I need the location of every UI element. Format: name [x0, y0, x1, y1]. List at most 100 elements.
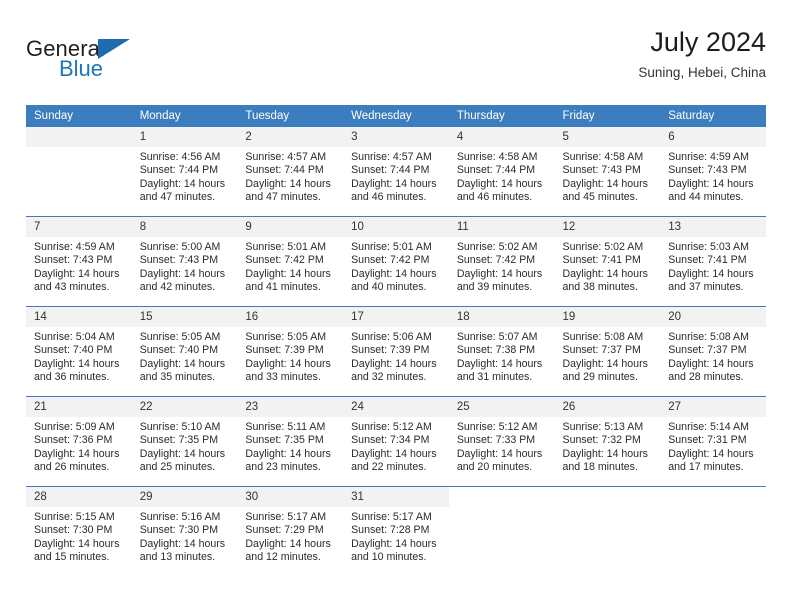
day-detail-daylight2: and 12 minutes.: [245, 550, 321, 563]
day-details: Sunrise: 4:58 AM Sunset: 7:43 PM Daylight:…: [555, 147, 661, 204]
calendar-day-cell[interactable]: 10 Sunrise: 5:01 AM Sunset: 7:42 PM Dayligh…: [343, 216, 449, 307]
day-detail-daylight2: and 47 minutes.: [245, 190, 321, 203]
day-detail-daylight2: and 37 minutes.: [668, 280, 744, 293]
calendar-day-cell[interactable]: 11 Sunrise: 5:02 AM Sunset: 7:42 PM Dayligh…: [448, 216, 555, 307]
title-block: July 2024 Suning, Hebei, China: [638, 28, 766, 81]
day-detail-sunrise: Sunrise: 5:09 AM: [34, 421, 115, 433]
day-number: 11: [448, 217, 555, 237]
day-detail-daylight1: Daylight: 14 hours: [562, 177, 648, 190]
calendar-day-cell[interactable]: 26 Sunrise: 5:13 AM Sunset: 7:32 PM Dayligh…: [554, 396, 661, 487]
day-number: 21: [26, 397, 132, 417]
day-details: Sunrise: 4:57 AM Sunset: 7:44 PM Daylight:…: [343, 147, 449, 204]
day-number: [555, 487, 661, 507]
day-detail-daylight2: and 39 minutes.: [456, 280, 533, 293]
day-number: 23: [237, 397, 344, 417]
calendar-day-cell[interactable]: 20 Sunrise: 5:08 AM Sunset: 7:37 PM Dayligh…: [660, 306, 766, 397]
day-detail-sunset: Sunset: 7:33 PM: [456, 434, 536, 447]
day-detail-daylight1: Daylight: 14 hours: [668, 177, 754, 190]
day-number: 20: [660, 307, 766, 327]
calendar-day-cell[interactable]: 16 Sunrise: 5:05 AM Sunset: 7:39 PM Dayligh…: [237, 306, 344, 397]
calendar-empty-cell: [554, 486, 661, 576]
day-detail-daylight1: Daylight: 14 hours: [562, 357, 648, 370]
calendar-day-cell[interactable]: 15 Sunrise: 5:05 AM Sunset: 7:40 PM Dayligh…: [131, 306, 238, 397]
calendar-day-cell[interactable]: 21 Sunrise: 5:09 AM Sunset: 7:36 PM Dayligh…: [26, 396, 132, 487]
weekday-header-wednesday: Wednesday: [343, 105, 449, 127]
general-blue-logo[interactable]: General Blue: [26, 28, 176, 84]
day-detail-sunset: Sunset: 7:44 PM: [139, 164, 219, 177]
day-detail-sunset: Sunset: 7:37 PM: [668, 344, 747, 357]
calendar-day-cell[interactable]: 25 Sunrise: 5:12 AM Sunset: 7:33 PM Dayligh…: [448, 396, 555, 487]
day-number: 1: [131, 127, 238, 147]
calendar-day-cell[interactable]: 18 Sunrise: 5:07 AM Sunset: 7:38 PM Dayligh…: [448, 306, 555, 397]
day-details: Sunrise: 5:13 AM Sunset: 7:32 PM Daylight:…: [555, 417, 661, 474]
calendar-day-cell[interactable]: 22 Sunrise: 5:10 AM Sunset: 7:35 PM Dayligh…: [131, 396, 238, 487]
day-detail-sunrise: Sunrise: 5:10 AM: [139, 421, 221, 433]
calendar-day-cell[interactable]: 24 Sunrise: 5:12 AM Sunset: 7:34 PM Dayligh…: [343, 396, 449, 487]
weekday-header-friday: Friday: [554, 105, 661, 127]
day-details: Sunrise: 5:07 AM Sunset: 7:38 PM Daylight:…: [449, 327, 555, 384]
day-detail-sunset: Sunset: 7:41 PM: [562, 254, 641, 267]
day-detail-sunrise: Sunrise: 5:05 AM: [245, 331, 327, 343]
calendar-day-cell[interactable]: 3 Sunrise: 4:57 AM Sunset: 7:44 PM Daylight…: [343, 127, 449, 217]
calendar-day-cell[interactable]: 6 Sunrise: 4:59 AM Sunset: 7:43 PM Daylight…: [660, 127, 766, 217]
day-detail-sunset: Sunset: 7:43 PM: [562, 164, 641, 177]
calendar-day-cell[interactable]: 30 Sunrise: 5:17 AM Sunset: 7:29 PM Dayligh…: [237, 486, 344, 576]
day-detail-daylight1: Daylight: 14 hours: [351, 537, 437, 550]
day-number: 7: [26, 217, 132, 237]
day-details: Sunrise: 5:08 AM Sunset: 7:37 PM Daylight:…: [555, 327, 661, 384]
weekday-header-saturday: Saturday: [660, 105, 766, 127]
day-number: 8: [131, 217, 238, 237]
calendar-body: 1 Sunrise: 4:56 AM Sunset: 7:44 PM Daylight…: [26, 127, 766, 576]
weekday-header-monday: Monday: [131, 105, 238, 127]
day-detail-daylight1: Daylight: 14 hours: [245, 537, 331, 550]
day-detail-sunset: Sunset: 7:44 PM: [456, 164, 536, 177]
day-detail-daylight1: Daylight: 14 hours: [34, 537, 120, 550]
calendar-day-cell[interactable]: 7 Sunrise: 4:59 AM Sunset: 7:43 PM Daylight…: [26, 216, 132, 307]
day-number: 28: [26, 487, 132, 507]
calendar-day-cell[interactable]: 14 Sunrise: 5:04 AM Sunset: 7:40 PM Dayligh…: [26, 306, 132, 397]
calendar-day-cell[interactable]: 27 Sunrise: 5:14 AM Sunset: 7:31 PM Dayligh…: [660, 396, 766, 487]
day-details: Sunrise: 5:02 AM Sunset: 7:41 PM Daylight:…: [555, 237, 661, 294]
day-detail-daylight2: and 42 minutes.: [139, 280, 216, 293]
calendar-day-cell[interactable]: 4 Sunrise: 4:58 AM Sunset: 7:44 PM Daylight…: [448, 127, 555, 217]
calendar-day-cell[interactable]: 13 Sunrise: 5:03 AM Sunset: 7:41 PM Dayligh…: [660, 216, 766, 307]
day-detail-daylight1: Daylight: 14 hours: [351, 447, 437, 460]
day-detail-sunrise: Sunrise: 4:58 AM: [562, 151, 644, 163]
day-detail-sunrise: Sunrise: 5:12 AM: [456, 421, 538, 433]
day-detail-sunrise: Sunrise: 5:17 AM: [351, 511, 432, 523]
calendar-day-cell[interactable]: 19 Sunrise: 5:08 AM Sunset: 7:37 PM Dayligh…: [554, 306, 661, 397]
calendar-day-cell[interactable]: 31 Sunrise: 5:17 AM Sunset: 7:28 PM Dayligh…: [343, 486, 449, 576]
day-detail-sunset: Sunset: 7:43 PM: [34, 254, 113, 267]
day-detail-sunset: Sunset: 7:30 PM: [139, 524, 219, 537]
day-number: 19: [554, 307, 661, 327]
weekday-header-thursday: Thursday: [448, 105, 555, 127]
calendar-day-cell[interactable]: 5 Sunrise: 4:58 AM Sunset: 7:43 PM Daylight…: [554, 127, 661, 217]
calendar-week-row: 1 Sunrise: 4:56 AM Sunset: 7:44 PM Daylight…: [26, 127, 766, 217]
day-detail-sunset: Sunset: 7:38 PM: [456, 344, 536, 357]
day-number: [660, 487, 766, 507]
calendar-day-cell[interactable]: 1 Sunrise: 4:56 AM Sunset: 7:44 PM Daylight…: [131, 127, 238, 217]
day-details: Sunrise: 5:00 AM Sunset: 7:43 PM Daylight:…: [132, 237, 238, 294]
day-detail-daylight2: and 44 minutes.: [668, 190, 744, 203]
day-detail-daylight1: Daylight: 14 hours: [668, 267, 754, 280]
day-detail-daylight1: Daylight: 14 hours: [139, 267, 226, 280]
calendar-day-cell[interactable]: 9 Sunrise: 5:01 AM Sunset: 7:42 PM Daylight…: [237, 216, 344, 307]
calendar-day-cell[interactable]: 2 Sunrise: 4:57 AM Sunset: 7:44 PM Daylight…: [237, 127, 344, 217]
day-detail-daylight2: and 31 minutes.: [456, 370, 533, 383]
calendar-day-cell[interactable]: 29 Sunrise: 5:16 AM Sunset: 7:30 PM Dayligh…: [131, 486, 238, 576]
day-detail-sunset: Sunset: 7:42 PM: [351, 254, 430, 267]
calendar-day-cell[interactable]: 8 Sunrise: 5:00 AM Sunset: 7:43 PM Daylight…: [131, 216, 238, 307]
calendar-day-cell[interactable]: 17 Sunrise: 5:06 AM Sunset: 7:39 PM Dayligh…: [343, 306, 449, 397]
day-detail-daylight2: and 32 minutes.: [351, 370, 427, 383]
calendar-day-cell[interactable]: 23 Sunrise: 5:11 AM Sunset: 7:35 PM Dayligh…: [237, 396, 344, 487]
day-detail-sunrise: Sunrise: 5:04 AM: [34, 331, 115, 343]
day-details: Sunrise: 5:01 AM Sunset: 7:42 PM Daylight:…: [343, 237, 449, 294]
day-number: 2: [237, 127, 344, 147]
day-details: Sunrise: 5:05 AM Sunset: 7:39 PM Daylight:…: [237, 327, 343, 384]
calendar-empty-cell: [660, 486, 766, 576]
calendar-day-cell[interactable]: 28 Sunrise: 5:15 AM Sunset: 7:30 PM Dayligh…: [26, 486, 132, 576]
day-detail-sunrise: Sunrise: 4:59 AM: [34, 241, 115, 253]
calendar-day-cell[interactable]: 12 Sunrise: 5:02 AM Sunset: 7:41 PM Dayligh…: [554, 216, 661, 307]
day-detail-daylight1: Daylight: 14 hours: [139, 537, 226, 550]
day-details: Sunrise: 5:12 AM Sunset: 7:33 PM Daylight:…: [449, 417, 555, 474]
